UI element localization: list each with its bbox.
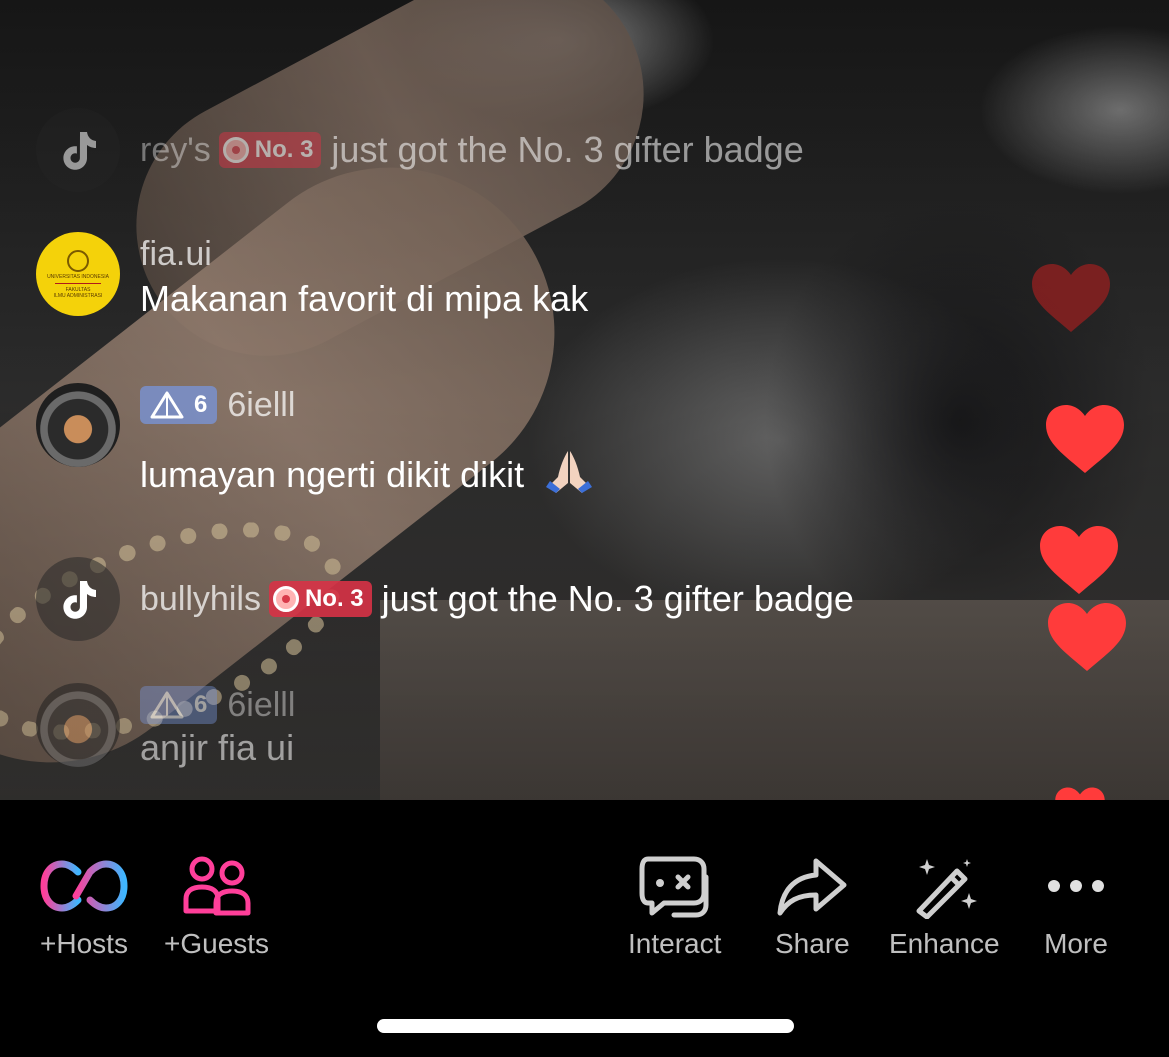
system-text: just got the No. 3 gifter badge xyxy=(381,578,854,619)
tiktok-icon xyxy=(63,581,96,619)
heart-icon xyxy=(1032,264,1110,332)
more-label: More xyxy=(1044,928,1108,959)
avatar-logo-text: UNIVERSITAS INDONESIA xyxy=(47,273,109,280)
heart-icon xyxy=(1046,405,1124,473)
system-message: rey's No. 3 just got the No. 3 gifter ba… xyxy=(36,108,804,192)
gifter-badge-label: No. 3 xyxy=(304,585,364,612)
username[interactable]: 6ielll xyxy=(227,686,295,725)
interact-button[interactable]: Interact xyxy=(628,848,721,960)
hosts-label: +Hosts xyxy=(40,928,128,959)
avatar[interactable] xyxy=(36,683,120,767)
guests-label: +Guests xyxy=(164,928,270,959)
logo-divider xyxy=(55,282,101,284)
home-indicator[interactable] xyxy=(377,1019,794,1033)
share-label: Share xyxy=(775,928,850,959)
tiktok-logo-avatar xyxy=(36,108,120,192)
interact-label: Interact xyxy=(628,928,722,959)
level-triangle-icon xyxy=(150,391,184,419)
username[interactable]: rey's xyxy=(140,131,211,170)
heart-icon xyxy=(1048,603,1126,671)
more-icon xyxy=(1048,880,1104,892)
chat-comment: 6 6ielll anjir fia ui xyxy=(36,683,295,769)
university-seal-icon xyxy=(67,249,89,272)
medal-icon xyxy=(222,137,249,163)
system-text: just got the No. 3 gifter badge xyxy=(331,129,804,170)
tiktok-icon xyxy=(63,132,96,170)
level-number: 6 xyxy=(194,691,208,718)
level-triangle-icon xyxy=(150,691,184,719)
guests-button[interactable]: +Guests xyxy=(164,848,269,960)
comment-text: anjir fia ui xyxy=(140,727,295,768)
username[interactable]: bullyhils xyxy=(140,580,261,619)
share-button[interactable]: Share xyxy=(775,848,850,960)
praying-hands-icon xyxy=(546,451,593,493)
medal-icon xyxy=(272,586,299,612)
enhance-label: Enhance xyxy=(889,928,1000,959)
username[interactable]: 6ielll xyxy=(227,386,295,425)
comment-text: lumayan ngerti dikit dikit xyxy=(140,454,525,495)
level-number: 6 xyxy=(194,391,208,418)
chat-comment: 6 6ielll lumayan ngerti dikit dikit xyxy=(36,383,596,496)
level-badge: 6 xyxy=(140,386,218,424)
enhance-wand-icon xyxy=(916,859,978,919)
avatar[interactable] xyxy=(36,383,120,467)
level-badge: 6 xyxy=(140,686,218,724)
more-button[interactable]: More xyxy=(1044,848,1108,960)
username[interactable]: fia.ui xyxy=(140,235,212,274)
guests-icon xyxy=(183,856,251,916)
heart-icon xyxy=(1040,526,1118,594)
gifter-badge: No. 3 xyxy=(268,581,372,617)
comment-text: Makanan favorit di mipa kak xyxy=(140,278,589,319)
avatar-logo-text: ILMU ADMINISTRASI xyxy=(53,292,103,299)
hosts-link-icon xyxy=(40,860,128,912)
gifter-badge: No. 3 xyxy=(218,132,322,168)
system-message: bullyhils No. 3 just got the No. 3 gifte… xyxy=(36,557,854,641)
live-chat: rey's No. 3 just got the No. 3 gifter ba… xyxy=(0,0,1169,800)
interact-icon xyxy=(639,856,709,918)
hosts-button[interactable]: +Hosts xyxy=(38,848,130,960)
gifter-badge-label: No. 3 xyxy=(254,136,314,163)
chat-comment: UNIVERSITAS INDONESIA FAKULTAS ILMU ADMI… xyxy=(36,232,588,320)
enhance-button[interactable]: Enhance xyxy=(889,848,1000,960)
tiktok-logo-avatar xyxy=(36,557,120,641)
share-icon xyxy=(777,858,847,916)
avatar[interactable]: UNIVERSITAS INDONESIA FAKULTAS ILMU ADMI… xyxy=(36,232,120,316)
